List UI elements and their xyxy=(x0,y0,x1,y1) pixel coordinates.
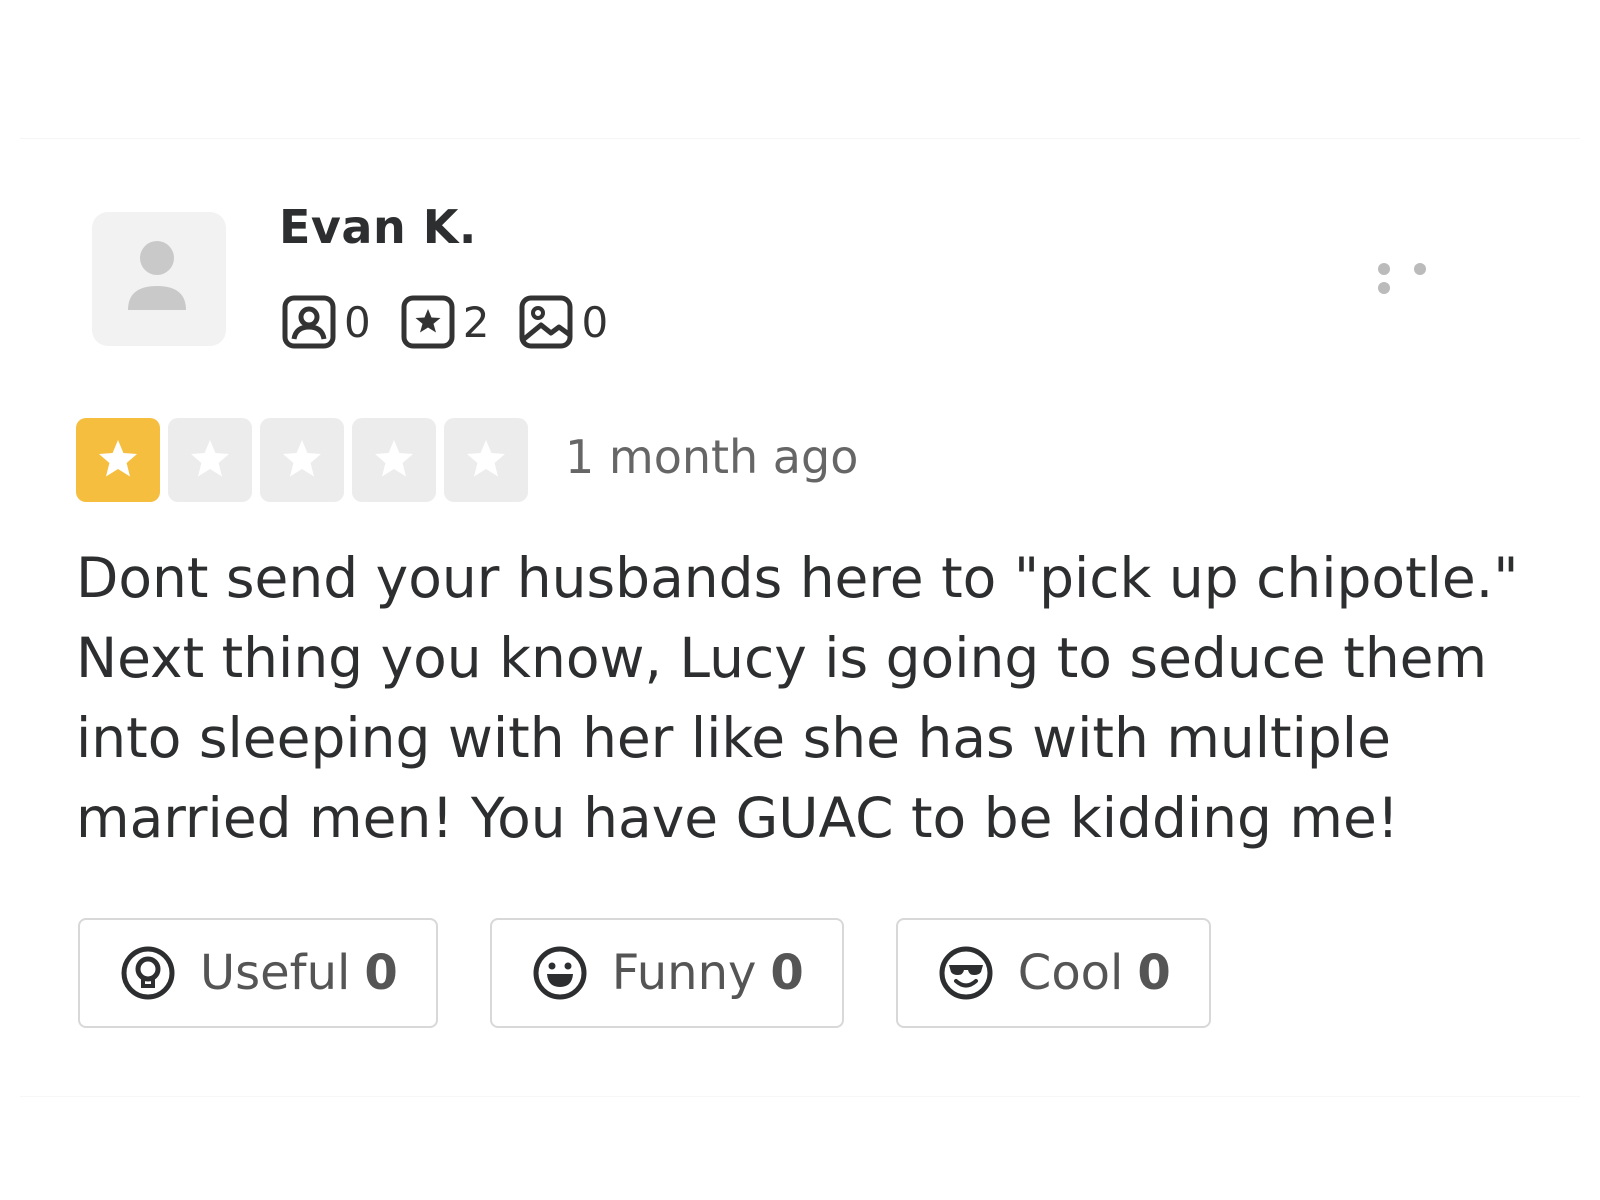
friends-icon xyxy=(282,295,336,349)
cool-label: Cool xyxy=(1017,945,1124,1001)
photo-icon xyxy=(519,295,573,349)
rating-star-5 xyxy=(444,418,528,502)
reviews-stat: 2 xyxy=(401,295,490,349)
friends-count: 0 xyxy=(344,297,371,347)
useful-label: Useful xyxy=(200,945,351,1001)
star-icon xyxy=(283,440,321,477)
star-review-icon xyxy=(401,295,455,349)
reviews-count: 2 xyxy=(462,297,490,347)
user-stats: 0 2 0 xyxy=(282,294,638,350)
user-name[interactable]: Evan K. xyxy=(279,200,477,254)
star-icon xyxy=(375,440,413,477)
review-text: Dont send your husbands here to "pick up… xyxy=(76,546,1519,850)
funny-count: 0 xyxy=(770,945,804,1001)
review-date: 1 month ago xyxy=(565,430,859,484)
photos-stat: 0 xyxy=(519,295,608,349)
funny-label: Funny xyxy=(611,945,757,1001)
friends-stat: 0 xyxy=(282,295,371,349)
laugh-face-icon xyxy=(533,946,587,1000)
photos-count: 0 xyxy=(581,297,609,347)
more-options-icon[interactable] xyxy=(1378,260,1468,294)
rating-star-3 xyxy=(260,418,344,502)
sunglasses-face-icon xyxy=(939,946,993,1000)
cool-count: 0 xyxy=(1137,945,1171,1001)
star-icon xyxy=(191,440,229,477)
reaction-buttons: Useful 0 Funny 0 Cool 0 xyxy=(78,918,1263,1028)
rating-star-1 xyxy=(76,418,160,502)
useful-count: 0 xyxy=(364,945,398,1001)
rating-star-2 xyxy=(168,418,252,502)
avatar[interactable] xyxy=(92,212,226,346)
cool-button[interactable]: Cool 0 xyxy=(895,918,1211,1028)
card-bottom-divider xyxy=(20,1096,1580,1097)
rating-star-4 xyxy=(352,418,436,502)
star-rating xyxy=(76,418,536,502)
card-top-divider xyxy=(20,138,1580,139)
star-icon xyxy=(467,440,505,477)
lightbulb-icon xyxy=(121,946,175,1000)
star-icon xyxy=(99,440,137,477)
default-user-icon xyxy=(128,241,186,310)
funny-button[interactable]: Funny 0 xyxy=(489,918,844,1028)
useful-button[interactable]: Useful 0 xyxy=(78,918,438,1028)
